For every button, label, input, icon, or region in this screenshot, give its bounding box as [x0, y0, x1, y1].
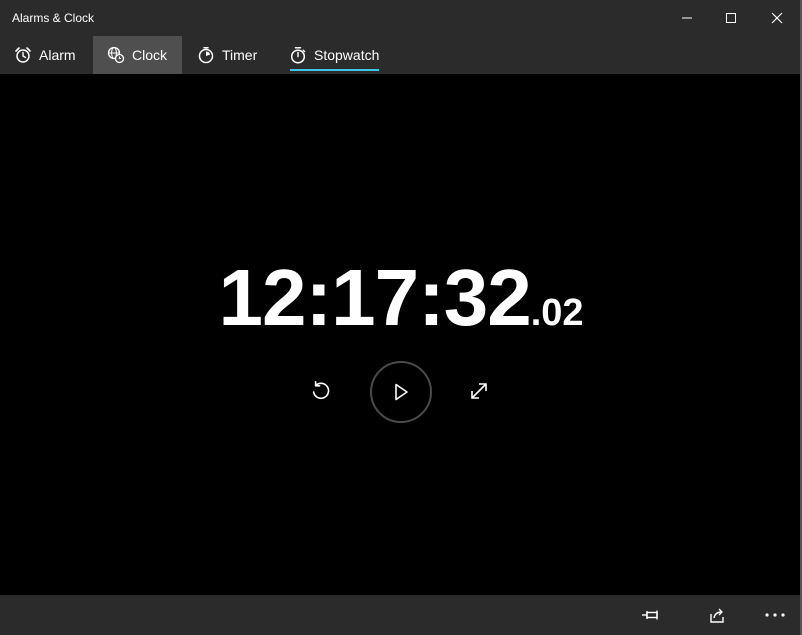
- play-icon: [395, 383, 408, 401]
- close-button[interactable]: [754, 0, 800, 36]
- alarm-icon: [14, 46, 32, 64]
- stopwatch-icon: [289, 46, 307, 64]
- stopwatch-time: 12:17:32.02: [0, 258, 802, 338]
- maximize-button[interactable]: [708, 0, 754, 36]
- tab-timer-label: Timer: [222, 47, 258, 63]
- minimize-icon: [682, 17, 692, 19]
- more-icon: [765, 613, 785, 617]
- tab-stopwatch-label: Stopwatch: [314, 47, 380, 63]
- reset-button[interactable]: [305, 375, 337, 407]
- tab-timer[interactable]: Timer: [197, 36, 257, 74]
- stopwatch-time-fraction: .02: [530, 292, 584, 334]
- close-icon: [771, 12, 783, 24]
- globe-clock-icon: [107, 46, 125, 64]
- timer-icon: [197, 46, 215, 64]
- tab-alarm-label: Alarm: [39, 47, 76, 63]
- stopwatch-time-main: 12:17:32: [218, 253, 531, 342]
- tab-bar: Alarm Clock Timer Stopwatch: [0, 36, 802, 74]
- more-button[interactable]: [755, 595, 795, 635]
- window-title: Alarms & Clock: [12, 11, 95, 25]
- tab-clock-label: Clock: [132, 47, 168, 63]
- tab-clock[interactable]: Clock: [93, 36, 182, 74]
- expand-icon: [471, 383, 487, 399]
- title-bar[interactable]: Alarms & Clock: [0, 0, 802, 36]
- pin-button[interactable]: [630, 595, 670, 635]
- pin-icon: [642, 610, 658, 620]
- minimize-button[interactable]: [664, 0, 710, 36]
- tab-alarm[interactable]: Alarm: [14, 36, 76, 74]
- bottom-app-bar: [0, 595, 802, 635]
- expand-button[interactable]: [463, 375, 495, 407]
- maximize-icon: [726, 13, 736, 23]
- share-button[interactable]: [697, 595, 737, 635]
- reset-icon: [312, 381, 330, 400]
- app-window: Alarms & Clock Alarm Clock Timer Stopwat…: [0, 0, 802, 635]
- selected-tab-indicator: [290, 69, 379, 71]
- start-button[interactable]: [370, 361, 432, 423]
- share-icon: [710, 608, 724, 623]
